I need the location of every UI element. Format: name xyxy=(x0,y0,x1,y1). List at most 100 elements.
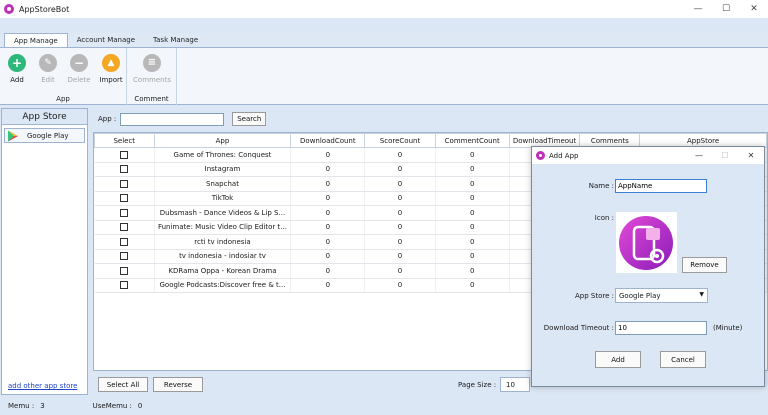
remove-icon-button[interactable]: Remove xyxy=(682,257,727,273)
tab-task-manage[interactable]: Task Manage xyxy=(144,33,207,47)
cell-app: Funimate: Music Video Clip Editor t... xyxy=(154,220,292,235)
icon-label: Icon : xyxy=(594,214,614,222)
dialog-title-bar: Add App — ☐ ✕ xyxy=(532,147,764,164)
cell-app: tv indonesia - indosiar tv xyxy=(154,249,292,264)
cell-download-count: 0 xyxy=(290,162,366,177)
app-store-value: Google Play xyxy=(619,291,661,300)
cell-score-count: 0 xyxy=(364,278,436,293)
cell-score-count: 0 xyxy=(364,220,436,235)
cell-score-count: 0 xyxy=(364,147,436,163)
cell-comment-count: 0 xyxy=(435,234,510,250)
ribbon-group-comment: ≡ Comments Comment xyxy=(127,48,177,105)
dialog-maximize-button[interactable]: ☐ xyxy=(712,147,738,164)
cell-score-count: 0 xyxy=(364,205,436,221)
app-placeholder-icon xyxy=(619,216,673,270)
row-checkbox[interactable] xyxy=(120,179,128,188)
cell-app: Dubsmash - Dance Videos & Lip S... xyxy=(154,205,292,221)
edit-button[interactable]: ✎ Edit xyxy=(32,54,64,84)
cell-download-count: 0 xyxy=(290,220,366,235)
row-checkbox[interactable] xyxy=(120,252,128,261)
column-header[interactable]: Select xyxy=(94,133,155,148)
search-bar: App : Search xyxy=(98,112,267,126)
cancel-button[interactable]: Cancel xyxy=(660,351,706,368)
dialog-body: Name : Icon : Remove App Store : Go xyxy=(532,164,764,386)
cell-score-count: 0 xyxy=(364,191,436,206)
select-all-button[interactable]: Select All xyxy=(98,377,148,392)
import-button[interactable]: ▲ Import xyxy=(95,54,127,84)
ribbon: + Add ✎ Edit − Delete ▲ Import App ≡ Com… xyxy=(0,47,768,105)
page-size-select[interactable]: 10 ▼ xyxy=(500,377,539,392)
ribbon-group-app-label: App xyxy=(56,95,70,103)
row-checkbox[interactable] xyxy=(120,150,128,159)
page-size-value: 10 xyxy=(506,380,515,389)
cell-score-count: 0 xyxy=(364,234,436,250)
row-checkbox[interactable] xyxy=(120,165,128,174)
app-icon-preview xyxy=(616,212,677,273)
cell-download-count: 0 xyxy=(290,249,366,264)
cell-download-count: 0 xyxy=(290,147,366,163)
delete-button-label: Delete xyxy=(67,76,91,84)
row-checkbox[interactable] xyxy=(120,237,128,246)
row-checkbox[interactable] xyxy=(120,194,128,203)
search-input[interactable] xyxy=(120,112,225,126)
close-button[interactable]: ✕ xyxy=(740,0,768,18)
usememu-label: UseMemu : xyxy=(92,402,132,410)
column-header[interactable]: CommentCount xyxy=(434,133,510,148)
cell-comment-count: 0 xyxy=(435,176,510,192)
search-button[interactable]: Search xyxy=(232,112,267,126)
store-item-google-play[interactable]: Google Play xyxy=(4,128,85,143)
cell-download-count: 0 xyxy=(290,263,366,279)
pencil-icon: ✎ xyxy=(39,54,57,72)
cell-comment-count: 0 xyxy=(435,249,510,264)
minus-icon: − xyxy=(70,54,88,72)
minimize-button[interactable]: — xyxy=(684,0,712,18)
store-item-label: Google Play xyxy=(27,131,69,140)
cell-app: TikTok xyxy=(154,191,292,206)
cell-app: Google Podcasts:Discover free & t... xyxy=(154,278,292,293)
cell-download-count: 0 xyxy=(290,191,366,206)
cell-app: rcti tv indonesia xyxy=(154,234,292,250)
ribbon-group-app: + Add ✎ Edit − Delete ▲ Import App xyxy=(0,48,127,105)
cell-comment-count: 0 xyxy=(435,162,510,177)
row-checkbox[interactable] xyxy=(120,266,128,275)
maximize-button[interactable]: ☐ xyxy=(712,0,740,18)
tab-app-manage[interactable]: App Manage xyxy=(4,33,68,47)
row-checkbox[interactable] xyxy=(120,208,128,217)
cell-score-count: 0 xyxy=(364,176,436,192)
tab-account-manage[interactable]: Account Manage xyxy=(68,33,144,47)
cell-download-count: 0 xyxy=(290,205,366,221)
add-app-confirm-button[interactable]: Add xyxy=(595,351,641,368)
dialog-window-controls: — ☐ ✕ xyxy=(686,147,764,164)
cell-download-count: 0 xyxy=(290,234,366,250)
row-checkbox[interactable] xyxy=(120,223,128,232)
cell-download-count: 0 xyxy=(290,278,366,293)
add-button-label: Add xyxy=(10,76,24,84)
row-checkbox[interactable] xyxy=(120,281,128,290)
cell-score-count: 0 xyxy=(364,249,436,264)
cell-comment-count: 0 xyxy=(435,205,510,221)
cell-app: Instagram xyxy=(154,162,292,177)
dialog-close-button[interactable]: ✕ xyxy=(738,147,764,164)
download-timeout-label: Download Timeout : xyxy=(543,324,614,332)
app-store-select[interactable]: Google Play ▼ xyxy=(615,288,708,303)
comments-button[interactable]: ≡ Comments xyxy=(133,54,171,84)
import-button-label: Import xyxy=(99,76,123,84)
cell-score-count: 0 xyxy=(364,162,436,177)
column-header[interactable]: DownloadCount xyxy=(290,133,366,148)
cell-download-count: 0 xyxy=(290,176,366,192)
cell-comment-count: 0 xyxy=(435,220,510,235)
add-button[interactable]: + Add xyxy=(1,54,33,84)
cell-comment-count: 0 xyxy=(435,147,510,163)
column-header[interactable]: ScoreCount xyxy=(364,133,436,148)
app-logo-icon xyxy=(4,4,14,14)
delete-button[interactable]: − Delete xyxy=(63,54,95,84)
cell-comment-count: 0 xyxy=(435,263,510,279)
timeout-unit: (Minute) xyxy=(713,324,743,332)
column-header[interactable]: App xyxy=(153,133,292,148)
dialog-minimize-button[interactable]: — xyxy=(686,147,712,164)
add-other-app-store-link[interactable]: add other app store xyxy=(8,382,77,390)
ribbon-tabs: App Manage Account Manage Task Manage xyxy=(0,33,768,47)
download-timeout-input[interactable] xyxy=(615,321,707,335)
name-input[interactable] xyxy=(615,179,707,193)
reverse-button[interactable]: Reverse xyxy=(153,377,203,392)
